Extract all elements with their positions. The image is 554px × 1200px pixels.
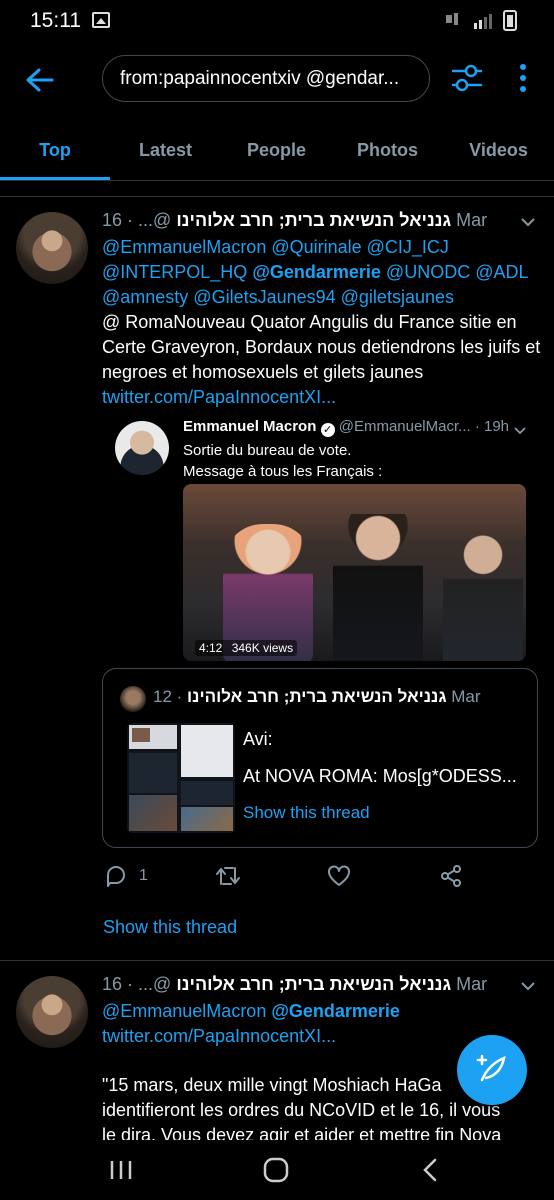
- embedded-tweet-header: Emmanuel Macron ✓ @EmmanuelMacr... · 19h: [183, 418, 523, 437]
- reply-icon[interactable]: [104, 864, 128, 888]
- back-arrow-icon[interactable]: [22, 62, 58, 98]
- display-name[interactable]: גנניאל הנשיאת ברית; חרב אלוהינו: [176, 210, 451, 230]
- mention-line: @INTERPOL_HQ @Gendarmerie @UNODC @ADL: [102, 262, 529, 282]
- embedded-text: Sortie du bureau de vote. Message à tous…: [183, 442, 383, 480]
- display-name[interactable]: גנניאל הנשיאת ברית; חרב אלוהינו: [176, 974, 451, 994]
- tweet-header: גנניאל הנשיאת ברית; חרב אלוהינו @... · 1…: [102, 210, 542, 234]
- embedded-time: · 19h: [474, 418, 510, 435]
- tweet-header: גנניאל הנשיאת ברית; חרב אלוהינו @... · 1…: [102, 974, 542, 998]
- avatar[interactable]: [16, 212, 88, 284]
- chevron-down-icon[interactable]: [519, 213, 537, 231]
- tweet-link[interactable]: twitter.com/PapaInnocentXI...: [102, 385, 542, 410]
- tab-photos[interactable]: Photos: [332, 125, 443, 177]
- quoted-show-thread-link[interactable]: Show this thread: [243, 803, 370, 823]
- mention-macron[interactable]: @EmmanuelMacron: [102, 1001, 271, 1021]
- share-icon[interactable]: [439, 864, 463, 888]
- video-person: [333, 514, 423, 661]
- tab-latest[interactable]: Latest: [110, 125, 221, 177]
- verified-badge-icon: ✓: [320, 423, 335, 437]
- embedded-handle[interactable]: @EmmanuelMacr...: [339, 418, 471, 435]
- back-nav-icon[interactable]: [420, 1156, 440, 1184]
- gallery-notification-icon: [92, 12, 110, 28]
- quoted-tweet-card[interactable]: גנניאל הנשיאת ברית; חרב אלוהינו · 12 Mar…: [102, 668, 538, 848]
- video-views: 346K views: [231, 641, 294, 655]
- video-person: [443, 534, 523, 661]
- chevron-down-icon[interactable]: [513, 424, 527, 438]
- quoted-media-collage: [127, 723, 235, 833]
- tweet-handle[interactable]: @...: [138, 210, 171, 230]
- home-icon[interactable]: [262, 1156, 290, 1184]
- status-bar: 15:11: [0, 0, 554, 44]
- tab-videos[interactable]: Videos: [443, 125, 554, 177]
- search-query-text: from:papainnocentxiv @gendar...: [120, 68, 400, 89]
- reply-count: 1: [139, 867, 148, 884]
- embedded-avatar[interactable]: [115, 421, 169, 475]
- video-thumbnail[interactable]: 4:12 346K views: [183, 484, 526, 661]
- embedded-display-name[interactable]: Emmanuel Macron: [183, 418, 316, 435]
- status-time: 15:11: [30, 9, 81, 32]
- like-heart-icon[interactable]: [327, 864, 351, 888]
- signal-battery-icons: [446, 10, 517, 31]
- tweet-divider: [0, 196, 554, 197]
- mention-gendarmerie[interactable]: @Gendarmerie: [271, 1001, 400, 1021]
- tweet-body: @ RomaNouveau Quator Angulis du France s…: [102, 312, 541, 382]
- avatar[interactable]: [16, 976, 88, 1048]
- tweet-divider: [0, 960, 554, 961]
- quoted-display-name: גנניאל הנשיאת ברית; חרב אלוהינו: [187, 687, 447, 706]
- mention-line[interactable]: @amnesty @GiletsJaunes94 @giletsjaunes: [102, 285, 542, 310]
- compose-tweet-button[interactable]: [457, 1035, 527, 1105]
- more-options-icon[interactable]: [508, 60, 538, 96]
- tab-people[interactable]: People: [221, 125, 332, 177]
- tweet-handle[interactable]: @...: [138, 974, 171, 994]
- avatar: [120, 686, 146, 712]
- tweet-text: @EmmanuelMacron @Quirinale @CIJ_ICJ @INT…: [102, 235, 542, 410]
- system-navigation-bar: [0, 1140, 554, 1200]
- video-duration: 4:12: [199, 641, 223, 655]
- chevron-down-icon[interactable]: [519, 977, 537, 995]
- tabs-divider: [0, 180, 554, 181]
- quoted-tweet-header: גנניאל הנשיאת ברית; חרב אלוהינו · 12 Mar: [153, 687, 529, 707]
- compose-feather-icon: [476, 1054, 506, 1082]
- tab-top[interactable]: Top: [0, 125, 110, 177]
- show-thread-link[interactable]: Show this thread: [103, 917, 237, 938]
- recent-apps-icon[interactable]: [108, 1158, 134, 1182]
- retweet-icon[interactable]: [215, 864, 241, 888]
- search-tabs: Top Latest People Photos Videos: [0, 125, 554, 180]
- quoted-text: Avi: At NOVA ROMA: Mos[g*ODESS...: [243, 729, 517, 786]
- search-input[interactable]: from:papainnocentxiv @gendar...: [102, 55, 430, 102]
- mention-gendarmerie[interactable]: @Gendarmerie: [252, 262, 381, 282]
- mention-line[interactable]: @EmmanuelMacron @Quirinale @CIJ_ICJ: [102, 235, 542, 260]
- search-filter-icon[interactable]: [449, 60, 485, 96]
